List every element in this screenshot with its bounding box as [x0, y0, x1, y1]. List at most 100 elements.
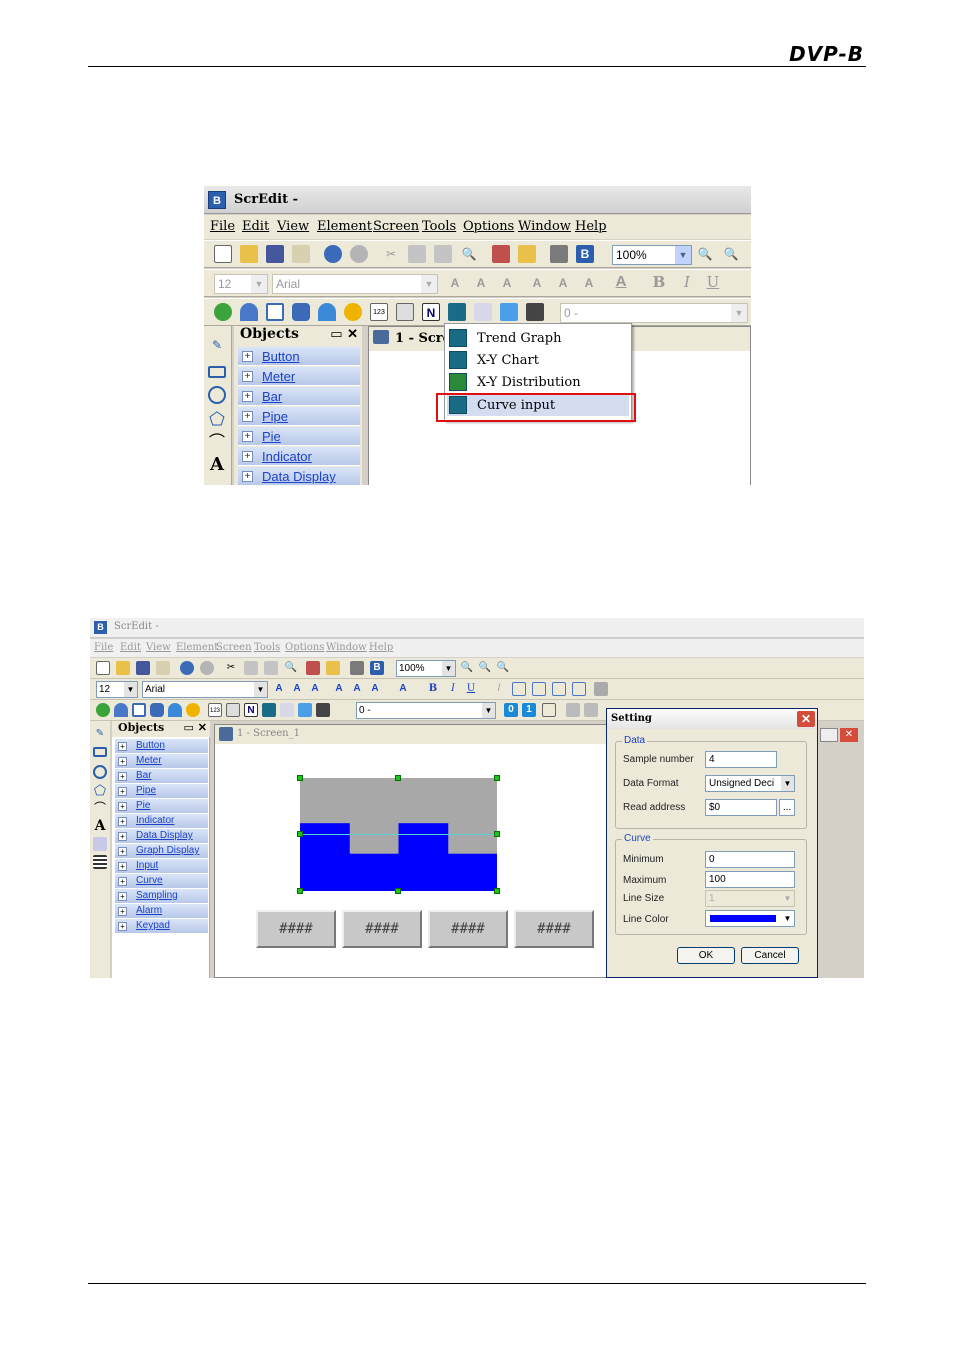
valign-middle-icon[interactable]: A	[554, 274, 572, 292]
alarm-icon[interactable]	[298, 703, 312, 717]
expand-icon[interactable]: +	[242, 391, 253, 402]
scale-icon[interactable]	[93, 837, 107, 851]
maximum-field[interactable]: 100	[705, 871, 795, 888]
resize-handle[interactable]	[395, 775, 401, 781]
hash-button[interactable]: ####	[342, 910, 422, 948]
font-color-icon[interactable]: A	[612, 273, 630, 291]
object-item[interactable]: + Meter	[115, 754, 208, 769]
bar-element-icon[interactable]	[266, 303, 284, 321]
expand-icon[interactable]: +	[242, 411, 253, 422]
indicator-element-icon[interactable]	[186, 703, 200, 717]
align-tool-icon[interactable]	[532, 682, 546, 696]
alarm-icon[interactable]	[500, 303, 518, 321]
align-center-icon[interactable]: A	[290, 682, 304, 696]
expand-icon[interactable]: +	[118, 757, 127, 766]
resize-handle[interactable]	[494, 775, 500, 781]
zoom-in-icon[interactable]: 🔍	[460, 661, 474, 675]
import-icon[interactable]	[326, 661, 340, 675]
align-right-icon[interactable]: A	[308, 682, 322, 696]
menu-element[interactable]: Element	[317, 219, 372, 234]
graph-display-icon[interactable]	[396, 303, 414, 321]
font-name-select[interactable]: Arial ▼	[272, 274, 438, 294]
polygon-icon[interactable]: ⬠	[208, 410, 226, 428]
copy-icon[interactable]	[408, 245, 426, 263]
valign-bottom-icon[interactable]: A	[580, 274, 598, 292]
insert-screen-icon[interactable]	[306, 661, 320, 675]
meter-element-icon[interactable]	[240, 303, 258, 321]
data-display-icon[interactable]: 123	[370, 303, 388, 321]
expand-icon[interactable]: +	[118, 907, 127, 916]
rectangle-icon[interactable]	[208, 366, 226, 378]
pie-element-icon[interactable]	[168, 703, 182, 717]
object-item-pipe[interactable]: + Pipe	[238, 407, 360, 426]
italic-icon[interactable]: I	[446, 682, 460, 696]
object-item[interactable]: + Curve	[115, 874, 208, 889]
object-item-meter[interactable]: + Meter	[238, 367, 360, 386]
bold-icon[interactable]: B	[650, 273, 668, 291]
underline-icon[interactable]: U	[704, 273, 722, 291]
state-0-icon[interactable]: 0	[504, 703, 518, 717]
expand-icon[interactable]: +	[118, 862, 127, 871]
sampling-icon[interactable]	[280, 703, 294, 717]
hash-button[interactable]: ####	[514, 910, 594, 948]
new-icon[interactable]	[214, 245, 232, 263]
object-item[interactable]: + Button	[115, 739, 208, 754]
object-item[interactable]: + Keypad	[115, 919, 208, 934]
sampling-icon[interactable]	[474, 303, 492, 321]
menu-window[interactable]: Window	[326, 642, 367, 653]
curve-element-icon[interactable]	[262, 703, 276, 717]
open-icon[interactable]	[240, 245, 258, 263]
cut-icon[interactable]: ✂	[382, 245, 400, 263]
close-file-icon[interactable]	[156, 661, 170, 675]
insert-screen-icon[interactable]	[492, 245, 510, 263]
curve-input-element[interactable]	[297, 775, 500, 894]
expand-icon[interactable]: +	[242, 451, 253, 462]
expand-icon[interactable]: +	[118, 802, 127, 811]
expand-icon[interactable]: +	[242, 351, 253, 362]
valign-bottom-icon[interactable]: A	[368, 682, 382, 696]
save-icon[interactable]	[266, 245, 284, 263]
line-tool-icon[interactable]: /	[492, 682, 506, 696]
menu-screen[interactable]: Screen	[373, 219, 419, 234]
expand-icon[interactable]: +	[118, 787, 127, 796]
resize-handle[interactable]	[395, 888, 401, 894]
panel-close-icon[interactable]: ▭ ✕	[184, 721, 207, 734]
expand-icon[interactable]: +	[118, 772, 127, 781]
bold-icon[interactable]: B	[426, 682, 440, 696]
object-item[interactable]: + Input	[115, 859, 208, 874]
resize-handle[interactable]	[297, 831, 303, 837]
object-item-pie[interactable]: + Pie	[238, 427, 360, 446]
meter-element-icon[interactable]	[114, 703, 128, 717]
align-right-icon[interactable]: A	[498, 274, 516, 292]
new-icon[interactable]	[96, 661, 110, 675]
object-item[interactable]: + Pie	[115, 799, 208, 814]
expand-icon[interactable]: +	[242, 471, 253, 482]
hash-button[interactable]: ####	[428, 910, 508, 948]
zoom-out-icon[interactable]: 🔍	[478, 661, 492, 675]
cut-icon[interactable]: ✂	[224, 661, 238, 675]
zoom-select[interactable]: 100% ▼	[396, 660, 456, 677]
state-1-icon[interactable]: 1	[522, 703, 536, 717]
pencil-icon[interactable]: ✎	[208, 336, 226, 354]
keypad-icon[interactable]	[316, 703, 330, 717]
close-icon[interactable]: ✕	[797, 711, 815, 727]
menu-help[interactable]: Help	[575, 219, 607, 234]
pipe-element-icon[interactable]	[150, 703, 164, 717]
open-icon[interactable]	[116, 661, 130, 675]
print-icon[interactable]	[350, 661, 364, 675]
menu-screen[interactable]: Screen	[216, 642, 252, 653]
restore-icon[interactable]	[820, 728, 838, 742]
graph-display-icon[interactable]	[226, 703, 240, 717]
font-color-icon[interactable]: A	[396, 682, 410, 696]
font-size-select[interactable]: 12 ▼	[214, 274, 268, 294]
object-item[interactable]: + Alarm	[115, 904, 208, 919]
object-select[interactable]: 0 - ▼	[356, 702, 496, 719]
expand-icon[interactable]: +	[118, 817, 127, 826]
sample-number-field[interactable]: 4	[705, 751, 777, 768]
align-tool-icon[interactable]	[572, 682, 586, 696]
underline-icon[interactable]: U	[464, 682, 478, 696]
line-size-select[interactable]: 1 ▼	[705, 890, 795, 907]
compile-icon[interactable]: B	[576, 245, 594, 263]
menu-file[interactable]: File	[94, 642, 113, 653]
expand-icon[interactable]: +	[242, 371, 253, 382]
